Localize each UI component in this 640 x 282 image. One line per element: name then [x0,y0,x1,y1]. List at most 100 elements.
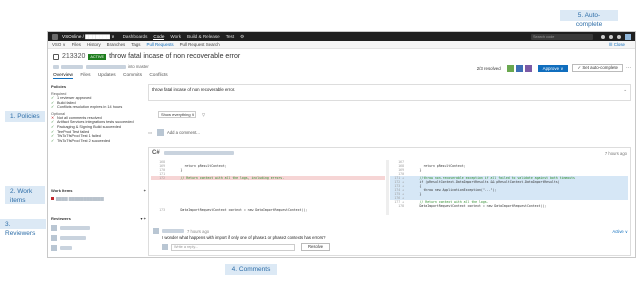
reviewer-name [60,246,72,250]
avatar [156,129,164,136]
search-icon[interactable] [601,34,605,39]
nav-build-release[interactable]: Build & Release [187,34,220,39]
tab-commits[interactable]: Commits [123,73,142,78]
help-icon[interactable] [617,34,621,39]
diff-line: 173 DataImportRequestContext context = n… [151,208,385,212]
pr-actions: 2/3 resolved Approve ∨ ✓ Set auto-comple… [477,64,631,72]
repo-sub-nav: VSO ∨ Files History Branches Tags Pull R… [48,41,635,49]
policy-item[interactable]: ✓ TfsToTfsProd Test 2 succeeded [51,139,134,144]
target-branch[interactable]: into master [128,64,149,69]
description-text: throw fatal incase of non recoverable er… [152,87,236,92]
more-actions-button[interactable]: ··· [626,65,631,71]
avatar [153,228,159,234]
reviewer-avatar [515,64,523,72]
diff-line: 178 DataImportRequestContext context = n… [390,204,628,208]
subnav-files[interactable]: Files [72,42,81,47]
code-text: // Return context with all the logs, inc… [169,176,285,180]
subnav-pull-requests[interactable]: Pull Requests [147,42,174,47]
work-items-section: Work Items + ▇▇▇▇ ▇▇▇▇▇▇▇▇▇▇▇▇ [51,188,146,201]
avatar [51,245,57,251]
comment-thread: 7 hours ago Active ∨ I wonder what happe… [153,228,628,254]
notifications-icon[interactable] [609,34,613,39]
user-avatar[interactable] [625,33,631,40]
subnav-pr-search[interactable]: Pull Request Search [180,42,220,47]
tab-overview[interactable]: Overview [53,73,73,79]
comments-resolved-count: 2/3 resolved [476,65,501,71]
avatar [51,235,57,241]
file-timestamp: 7 hours ago [604,150,627,156]
diff-divider [386,160,389,215]
callout-reviewers: 3. Reviewers [0,219,46,237]
policies-title: Policies [51,84,67,89]
pr-branch-info: into master [53,64,149,69]
reviewer-name [60,226,90,230]
reviewer-name [60,236,86,240]
filter-icon[interactable]: ▽ [202,112,205,117]
file-path[interactable] [163,151,234,155]
subnav-branches[interactable]: Branches [107,42,126,47]
reply-input[interactable]: Write a reply... [171,243,295,251]
source-branch[interactable] [86,64,126,69]
tab-files[interactable]: Files [80,73,90,78]
search-input[interactable]: Search code [531,33,593,40]
comment-time: 7 hours ago [187,228,210,234]
reviewer-avatar [506,64,514,72]
file-comment-card: C# 7 hours ago 168 169 return pResultCont… [148,147,631,256]
diff-right-pane: 167 168 return pResultContext; 169 } 170 171… [390,160,628,215]
work-item[interactable]: ▇▇▇▇ ▇▇▇▇▇▇▇▇▇▇▇▇ [51,196,146,201]
nav-code[interactable]: Code [153,34,165,40]
chevron-down-icon[interactable]: ⌄ [623,87,627,93]
reviewer-row[interactable] [51,225,146,231]
status-badge: ACTIVE [88,53,107,60]
set-auto-complete-button[interactable]: ✓ Set auto-complete [572,64,623,72]
add-comment-input[interactable]: Add a comment... [167,130,200,135]
nav-work[interactable]: Work [170,34,181,39]
callout-auto-complete: 5. Auto-complete [560,10,618,28]
top-nav-bar: VSOnline / ▇▇▇▇▇▇▇ ∨ Dashboards Code Wor… [48,32,635,41]
policy-item: ✓ Conflicts resolution expires in 14 hour… [51,105,123,110]
tab-conflicts[interactable]: Conflicts [149,73,167,78]
pr-description[interactable]: throw fatal incase of non recoverable er… [148,84,631,101]
add-reviewer-button[interactable]: ▾ + [141,216,146,221]
reviewer-row[interactable] [51,245,146,251]
file-type-label: C# [152,150,160,156]
project-selector[interactable]: VSOnline / ▇▇▇▇▇▇▇ ∨ [62,34,115,40]
nav-dashboards[interactable]: Dashboards [123,34,148,39]
file-header: C# 7 hours ago [149,148,630,158]
approve-button[interactable]: Approve ∨ [537,64,569,72]
callout-comments: 4. Comments [225,264,277,275]
settings-gear-icon[interactable]: ⚙ [240,34,244,40]
close-button[interactable]: ☰ Close [609,42,625,48]
thread-status-select[interactable]: Active ∨ [612,229,628,234]
line-number: 173 [159,208,165,212]
commenter-name [162,229,184,233]
repo-selector[interactable]: VSO ∨ [52,42,66,48]
pull-request-icon [53,53,59,60]
avatar [162,244,168,250]
code-text: if (pResultContext.DataImportResults && … [408,180,560,184]
add-work-item-button[interactable]: + [144,188,146,193]
work-item-title[interactable]: ▇▇▇▇ ▇▇▇▇▇▇▇▇▇▇▇▇ [56,196,104,201]
author-avatar [53,64,59,69]
comment-text: I wonder what happens with import if onl… [162,235,326,240]
tab-updates[interactable]: Updates [98,73,116,78]
code-text: } [408,168,422,172]
line-number: 178 [398,204,404,208]
resolve-button[interactable]: Resolve [301,243,331,251]
code-text: DataImportRequestContext context = new D… [408,204,547,208]
check-icon: ✓ [51,105,55,110]
reviewers-title: Reviewers [51,216,71,221]
reviewer-row[interactable] [51,235,146,241]
code-text: DataImportRequestContext context = new D… [169,208,308,212]
reviewers-section: Reviewers ▾ + [51,216,146,251]
pr-header: 213320 ACTIVE throw fatal incase of non … [53,53,631,81]
reply-row: Write a reply... Resolve [162,243,331,251]
activity-filter-select[interactable]: Show everything ∨ [158,111,196,118]
subnav-history[interactable]: History [87,42,101,47]
diff-view: 168 169 return pResultContext; 170 } 171 172… [151,160,628,215]
nav-test[interactable]: Test [226,34,234,39]
bug-icon [51,197,54,200]
vsts-logo-icon [52,33,58,40]
pull-request-window: VSOnline / ▇▇▇▇▇▇▇ ∨ Dashboards Code Wor… [47,31,636,258]
subnav-tags[interactable]: Tags [131,42,140,47]
